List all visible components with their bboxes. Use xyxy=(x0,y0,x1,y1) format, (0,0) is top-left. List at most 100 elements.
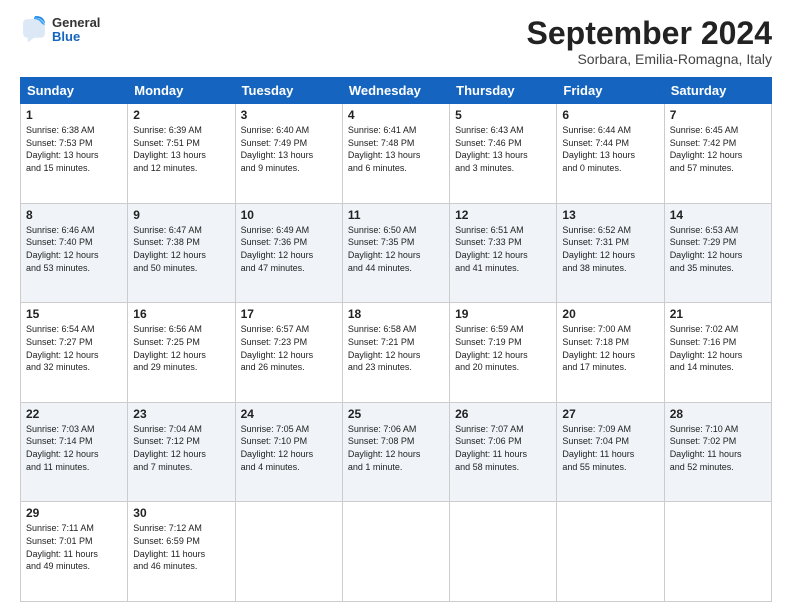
col-friday: Friday xyxy=(557,78,664,104)
calendar-body: 1 Sunrise: 6:38 AMSunset: 7:53 PMDaylight… xyxy=(21,104,772,602)
cell-details: Sunrise: 6:41 AMSunset: 7:48 PMDaylight:… xyxy=(348,124,444,174)
logo-text: General Blue xyxy=(52,16,100,45)
page: General Blue September 2024 Sorbara, Emi… xyxy=(0,0,792,612)
day-number: 2 xyxy=(133,108,229,122)
cell-details: Sunrise: 6:56 AMSunset: 7:25 PMDaylight:… xyxy=(133,323,229,373)
day-number: 20 xyxy=(562,307,658,321)
table-row: 7 Sunrise: 6:45 AMSunset: 7:42 PMDaylight… xyxy=(664,104,771,204)
cell-details: Sunrise: 6:38 AMSunset: 7:53 PMDaylight:… xyxy=(26,124,122,174)
table-row: 9 Sunrise: 6:47 AMSunset: 7:38 PMDaylight… xyxy=(128,203,235,303)
cell-details: Sunrise: 6:47 AMSunset: 7:38 PMDaylight:… xyxy=(133,224,229,274)
day-number: 11 xyxy=(348,208,444,222)
table-row: 18 Sunrise: 6:58 AMSunset: 7:21 PMDayligh… xyxy=(342,303,449,403)
calendar-week-4: 22 Sunrise: 7:03 AMSunset: 7:14 PMDayligh… xyxy=(21,402,772,502)
day-number: 18 xyxy=(348,307,444,321)
calendar-week-1: 1 Sunrise: 6:38 AMSunset: 7:53 PMDaylight… xyxy=(21,104,772,204)
day-number: 13 xyxy=(562,208,658,222)
cell-details: Sunrise: 6:45 AMSunset: 7:42 PMDaylight:… xyxy=(670,124,766,174)
cell-details: Sunrise: 6:54 AMSunset: 7:27 PMDaylight:… xyxy=(26,323,122,373)
cell-details: Sunrise: 7:12 AMSunset: 6:59 PMDaylight:… xyxy=(133,522,229,572)
day-number: 23 xyxy=(133,407,229,421)
cell-details: Sunrise: 6:59 AMSunset: 7:19 PMDaylight:… xyxy=(455,323,551,373)
col-wednesday: Wednesday xyxy=(342,78,449,104)
day-number: 24 xyxy=(241,407,337,421)
month-title: September 2024 xyxy=(527,16,772,51)
calendar-table: Sunday Monday Tuesday Wednesday Thursday… xyxy=(20,77,772,602)
cell-details: Sunrise: 6:49 AMSunset: 7:36 PMDaylight:… xyxy=(241,224,337,274)
calendar-week-5: 29 Sunrise: 7:11 AMSunset: 7:01 PMDayligh… xyxy=(21,502,772,602)
logo: General Blue xyxy=(20,16,100,45)
day-number: 29 xyxy=(26,506,122,520)
table-row: 26 Sunrise: 7:07 AMSunset: 7:06 PMDayligh… xyxy=(450,402,557,502)
cell-details: Sunrise: 7:05 AMSunset: 7:10 PMDaylight:… xyxy=(241,423,337,473)
day-number: 14 xyxy=(670,208,766,222)
cell-details: Sunrise: 7:04 AMSunset: 7:12 PMDaylight:… xyxy=(133,423,229,473)
cell-details: Sunrise: 6:58 AMSunset: 7:21 PMDaylight:… xyxy=(348,323,444,373)
cell-details: Sunrise: 7:11 AMSunset: 7:01 PMDaylight:… xyxy=(26,522,122,572)
day-number: 8 xyxy=(26,208,122,222)
day-number: 10 xyxy=(241,208,337,222)
day-number: 5 xyxy=(455,108,551,122)
cell-details: Sunrise: 7:03 AMSunset: 7:14 PMDaylight:… xyxy=(26,423,122,473)
cell-details: Sunrise: 7:02 AMSunset: 7:16 PMDaylight:… xyxy=(670,323,766,373)
table-row xyxy=(557,502,664,602)
day-number: 17 xyxy=(241,307,337,321)
calendar-week-3: 15 Sunrise: 6:54 AMSunset: 7:27 PMDayligh… xyxy=(21,303,772,403)
day-number: 12 xyxy=(455,208,551,222)
col-saturday: Saturday xyxy=(664,78,771,104)
header-row: Sunday Monday Tuesday Wednesday Thursday… xyxy=(21,78,772,104)
day-number: 15 xyxy=(26,307,122,321)
table-row: 15 Sunrise: 6:54 AMSunset: 7:27 PMDayligh… xyxy=(21,303,128,403)
table-row xyxy=(664,502,771,602)
table-row: 16 Sunrise: 6:56 AMSunset: 7:25 PMDayligh… xyxy=(128,303,235,403)
table-row: 2 Sunrise: 6:39 AMSunset: 7:51 PMDaylight… xyxy=(128,104,235,204)
logo-blue: Blue xyxy=(52,30,100,44)
table-row xyxy=(235,502,342,602)
location: Sorbara, Emilia-Romagna, Italy xyxy=(527,51,772,67)
day-number: 9 xyxy=(133,208,229,222)
table-row: 3Sunrise: 6:40 AMSunset: 7:49 PMDaylight… xyxy=(235,104,342,204)
table-row: 25Sunrise: 7:06 AMSunset: 7:08 PMDayligh… xyxy=(342,402,449,502)
day-number: 28 xyxy=(670,407,766,421)
col-sunday: Sunday xyxy=(21,78,128,104)
table-row: 6Sunrise: 6:44 AMSunset: 7:44 PMDaylight… xyxy=(557,104,664,204)
cell-details: Sunrise: 6:51 AMSunset: 7:33 PMDaylight:… xyxy=(455,224,551,274)
day-number: 26 xyxy=(455,407,551,421)
cell-details: Sunrise: 7:07 AMSunset: 7:06 PMDaylight:… xyxy=(455,423,551,473)
day-number: 30 xyxy=(133,506,229,520)
table-row: 13 Sunrise: 6:52 AMSunset: 7:31 PMDayligh… xyxy=(557,203,664,303)
day-number: 22 xyxy=(26,407,122,421)
cell-details: Sunrise: 6:57 AMSunset: 7:23 PMDaylight:… xyxy=(241,323,337,373)
table-row: 10 Sunrise: 6:49 AMSunset: 7:36 PMDayligh… xyxy=(235,203,342,303)
cell-details: Sunrise: 6:43 AMSunset: 7:46 PMDaylight:… xyxy=(455,124,551,174)
day-number: 1 xyxy=(26,108,122,122)
table-row: 27Sunrise: 7:09 AMSunset: 7:04 PMDayligh… xyxy=(557,402,664,502)
table-row: 20 Sunrise: 7:00 AMSunset: 7:18 PMDayligh… xyxy=(557,303,664,403)
cell-details: Sunrise: 7:00 AMSunset: 7:18 PMDaylight:… xyxy=(562,323,658,373)
table-row xyxy=(342,502,449,602)
cell-details: Sunrise: 6:53 AMSunset: 7:29 PMDaylight:… xyxy=(670,224,766,274)
table-row: 22 Sunrise: 7:03 AMSunset: 7:14 PMDayligh… xyxy=(21,402,128,502)
day-number: 25 xyxy=(348,407,444,421)
table-row: 21 Sunrise: 7:02 AMSunset: 7:16 PMDayligh… xyxy=(664,303,771,403)
cell-details: Sunrise: 7:10 AMSunset: 7:02 PMDaylight:… xyxy=(670,423,766,473)
table-row: 12 Sunrise: 6:51 AMSunset: 7:33 PMDayligh… xyxy=(450,203,557,303)
day-number: 21 xyxy=(670,307,766,321)
table-row: 4Sunrise: 6:41 AMSunset: 7:48 PMDaylight… xyxy=(342,104,449,204)
logo-general: General xyxy=(52,16,100,30)
day-number: 27 xyxy=(562,407,658,421)
day-number: 16 xyxy=(133,307,229,321)
col-monday: Monday xyxy=(128,78,235,104)
table-row: 19 Sunrise: 6:59 AMSunset: 7:19 PMDayligh… xyxy=(450,303,557,403)
day-number: 7 xyxy=(670,108,766,122)
title-block: September 2024 Sorbara, Emilia-Romagna, … xyxy=(527,16,772,67)
cell-details: Sunrise: 6:52 AMSunset: 7:31 PMDaylight:… xyxy=(562,224,658,274)
day-number: 19 xyxy=(455,307,551,321)
calendar-week-2: 8 Sunrise: 6:46 AMSunset: 7:40 PMDaylight… xyxy=(21,203,772,303)
cell-details: Sunrise: 6:50 AMSunset: 7:35 PMDaylight:… xyxy=(348,224,444,274)
col-thursday: Thursday xyxy=(450,78,557,104)
day-number: 3 xyxy=(241,108,337,122)
cell-details: Sunrise: 6:46 AMSunset: 7:40 PMDaylight:… xyxy=(26,224,122,274)
cell-details: Sunrise: 6:39 AMSunset: 7:51 PMDaylight:… xyxy=(133,124,229,174)
table-row: 5 Sunrise: 6:43 AMSunset: 7:46 PMDaylight… xyxy=(450,104,557,204)
